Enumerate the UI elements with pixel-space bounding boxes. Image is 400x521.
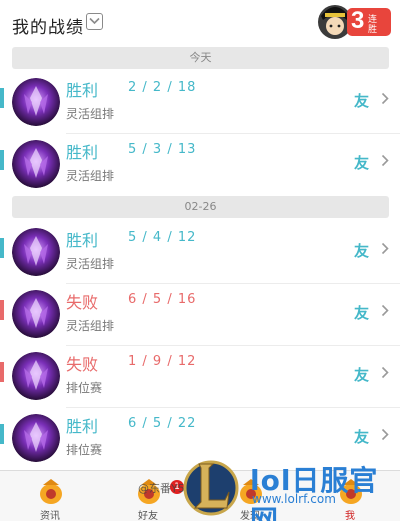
- match-mode: 灵活组排: [66, 257, 115, 271]
- result-stripe: [0, 238, 4, 258]
- chevron-right-icon: [381, 242, 389, 255]
- match-kda: 6 / 5 / 16: [128, 292, 197, 307]
- chevron-right-icon: [381, 154, 389, 167]
- friend-tag: 友: [354, 242, 370, 260]
- streak-avatar-icon: [318, 5, 352, 39]
- filter-dropdown-button[interactable]: [86, 13, 103, 30]
- match-mode: 灵活组排: [66, 319, 115, 333]
- news-icon: [40, 479, 62, 504]
- match-row[interactable]: 失败 1 / 9 / 12 排位赛 友: [0, 346, 400, 408]
- champion-avatar: [12, 228, 60, 276]
- friend-tag: 友: [354, 92, 370, 110]
- match-row[interactable]: 胜利 5 / 3 / 13 灵活组排 友: [0, 134, 400, 196]
- champion-avatar: [12, 78, 60, 126]
- result-stripe: [0, 300, 4, 320]
- match-kda: 6 / 5 / 22: [128, 416, 197, 431]
- friend-tag: 友: [354, 304, 370, 322]
- streak-count: 3: [351, 7, 365, 34]
- chevron-right-icon: [381, 92, 389, 105]
- tab-label: 资讯: [40, 511, 60, 521]
- date-header: 02-26: [12, 196, 389, 218]
- match-mode: 灵活组排: [66, 169, 115, 183]
- date-header-today: 今天: [12, 47, 389, 69]
- match-row[interactable]: 胜利 5 / 4 / 12 灵活组排 友: [0, 222, 400, 284]
- page-title: 我的战绩: [12, 18, 84, 38]
- win-streak-badge: 3 连胜: [317, 2, 395, 42]
- site-url-watermark: www.lolrf.com: [252, 492, 336, 506]
- match-mode: 排位赛: [66, 443, 103, 457]
- friend-tag: 友: [354, 366, 370, 384]
- lol-logo-icon: [183, 460, 239, 516]
- result-stripe: [0, 362, 4, 382]
- tab-label: 好友: [138, 511, 158, 521]
- header: 我的战绩 3 连胜: [0, 0, 400, 44]
- champion-avatar: [12, 290, 60, 338]
- result-stripe: [0, 88, 4, 108]
- friend-tag: 友: [354, 428, 370, 446]
- chevron-right-icon: [381, 304, 389, 317]
- match-kda: 1 / 9 / 12: [128, 354, 197, 369]
- chevron-right-icon: [381, 366, 389, 379]
- champion-avatar: [12, 352, 60, 400]
- tab-news[interactable]: 资讯: [10, 471, 90, 521]
- match-result: 胜利: [66, 231, 99, 250]
- result-stripe: [0, 424, 4, 444]
- match-result: 胜利: [66, 417, 99, 436]
- champion-avatar: [12, 140, 60, 188]
- match-result: 失败: [66, 293, 99, 312]
- streak-label: 连胜: [368, 15, 378, 35]
- match-result: 胜利: [66, 81, 99, 100]
- champion-avatar: [12, 414, 60, 462]
- match-row[interactable]: 失败 6 / 5 / 16 灵活组排 友: [0, 284, 400, 346]
- match-row[interactable]: 胜利 2 / 2 / 18 灵活组排 友: [0, 72, 400, 134]
- match-mode: 灵活组排: [66, 107, 115, 121]
- match-result: 失败: [66, 355, 99, 374]
- chevron-down-icon: [89, 17, 100, 25]
- match-kda: 5 / 3 / 13: [128, 142, 197, 157]
- tab-friends[interactable]: 1 好友: [108, 471, 188, 521]
- match-mode: 排位赛: [66, 381, 103, 395]
- result-stripe: [0, 150, 4, 170]
- friend-tag: 友: [354, 154, 370, 172]
- match-kda: 2 / 2 / 18: [128, 80, 197, 95]
- site-name-watermark: lol日服官网: [250, 464, 379, 521]
- chevron-right-icon: [381, 428, 389, 441]
- match-kda: 5 / 4 / 12: [128, 230, 197, 245]
- match-result: 胜利: [66, 143, 99, 162]
